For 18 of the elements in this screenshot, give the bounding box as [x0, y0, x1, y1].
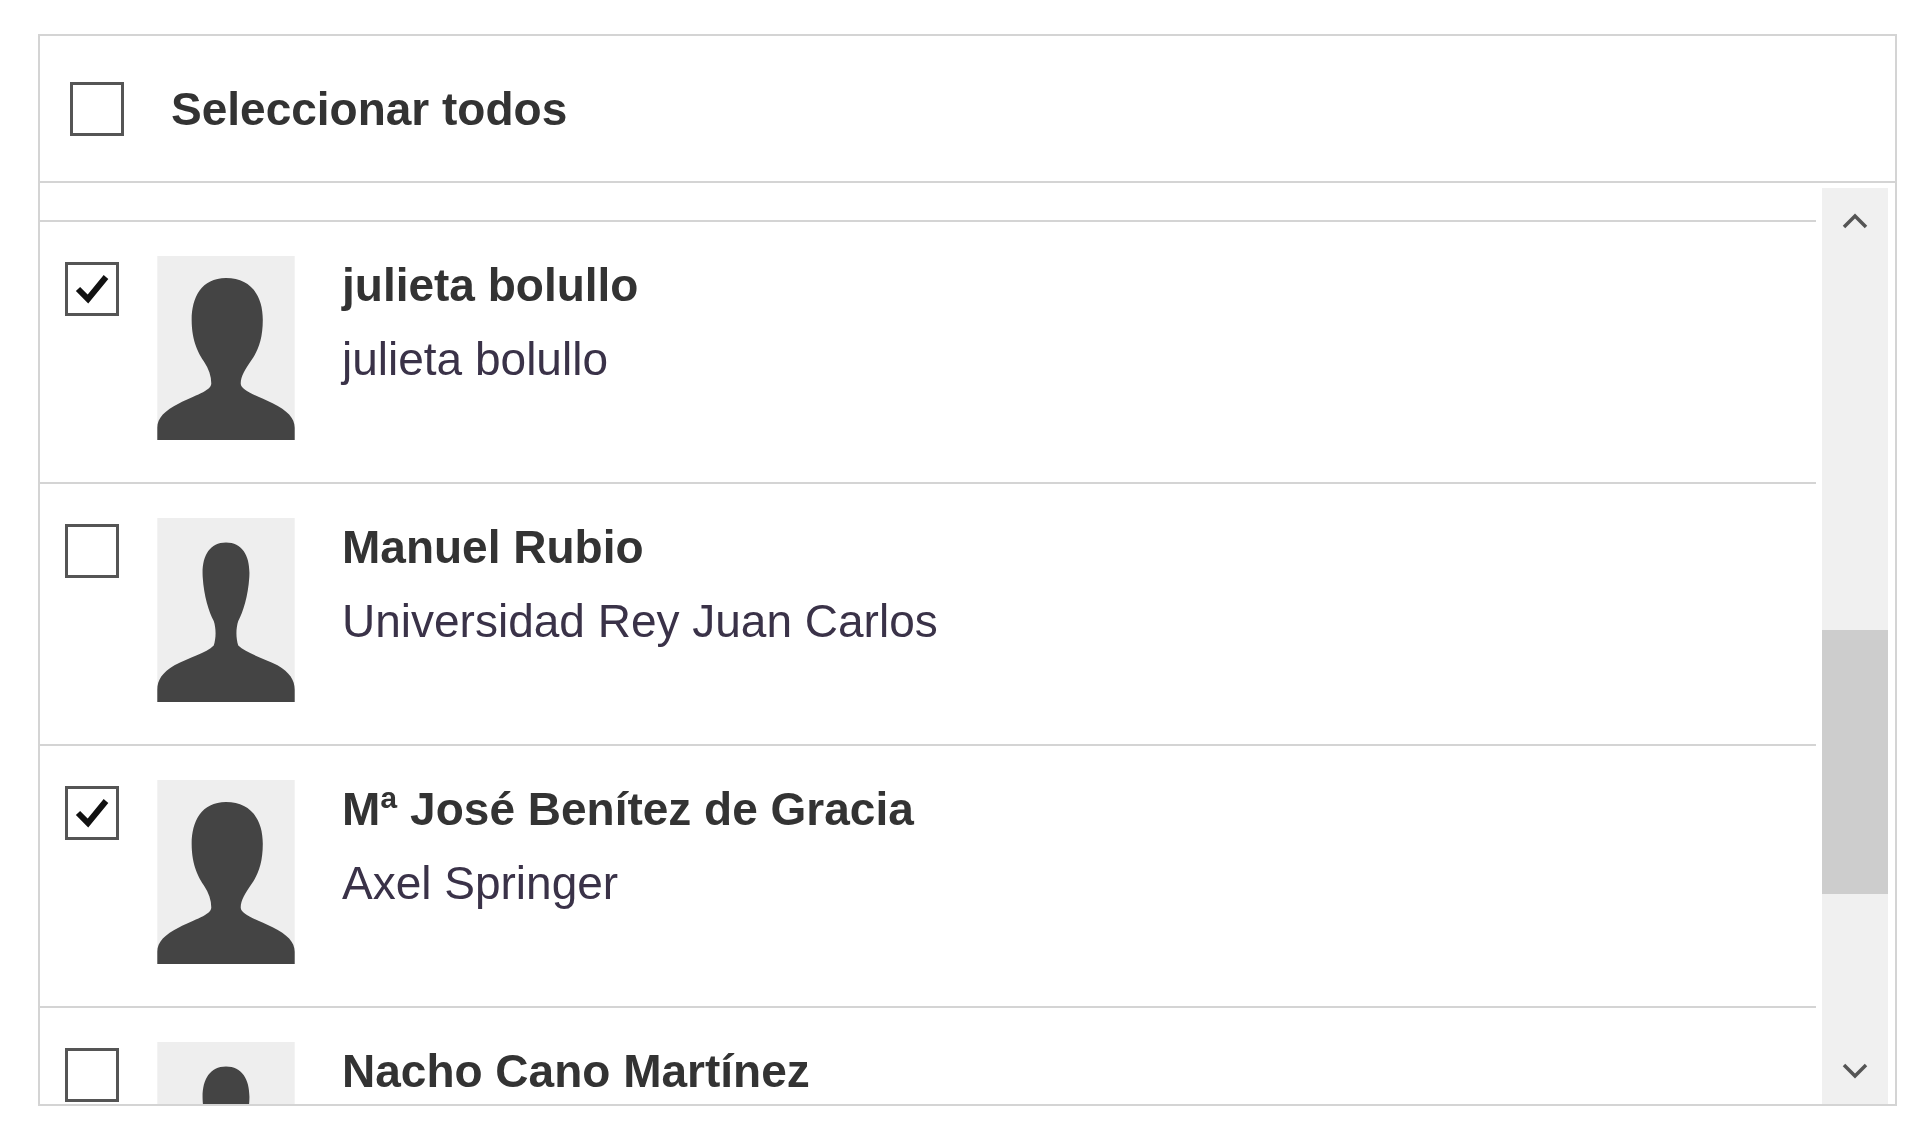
- select-all-label: Seleccionar todos: [171, 81, 568, 136]
- select-all-checkbox[interactable]: [70, 81, 124, 136]
- contact-subtitle: Universidad Rey Juan Carlos: [342, 594, 938, 648]
- contact-name: Mª José Benítez de Gracia: [342, 782, 914, 836]
- contact-name: Manuel Rubio: [342, 520, 645, 574]
- row-checkbox[interactable]: [65, 1048, 119, 1102]
- avatar-silhouette-icon: [157, 256, 295, 440]
- contact-name: julieta bolullo: [342, 258, 639, 312]
- avatar-silhouette-icon: [157, 518, 295, 702]
- scrollbar-thumb[interactable]: [1822, 630, 1888, 894]
- contact-subtitle: julieta bolullo: [342, 332, 609, 386]
- avatar-silhouette-icon: [157, 780, 295, 964]
- row-checkbox[interactable]: [65, 262, 119, 316]
- scrollbar[interactable]: [1822, 188, 1888, 1104]
- row-checkbox[interactable]: [65, 786, 119, 840]
- contact-subtitle: Axel Springer: [342, 856, 620, 910]
- row-checkbox[interactable]: [65, 524, 119, 578]
- contact-name: Nacho Cano Martínez: [342, 1044, 810, 1098]
